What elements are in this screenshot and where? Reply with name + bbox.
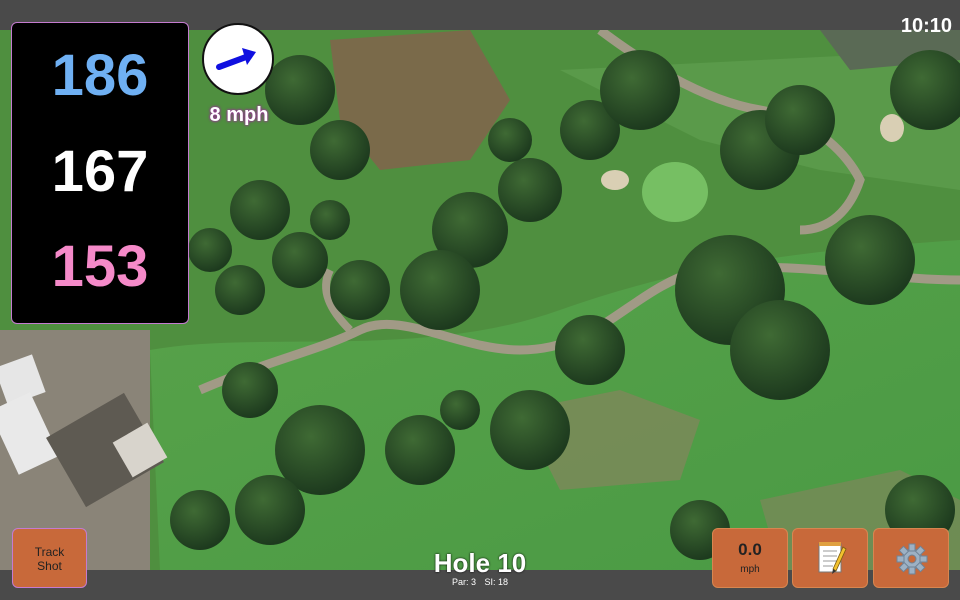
hole-title: Hole 10 xyxy=(433,548,527,578)
back-distance: 186 xyxy=(51,43,149,108)
speed-button[interactable]: 0.0 mph xyxy=(712,528,788,588)
wind-indicator xyxy=(202,23,274,95)
settings-button[interactable] xyxy=(873,528,949,588)
golf-gps-app: 10:10 186 167 153 8 mph Track Shot Hole … xyxy=(0,0,960,600)
hole-meta: Par: 3 SI: 18 xyxy=(380,577,580,587)
wind-speed-label: 8 mph xyxy=(209,104,269,126)
speed-value: 0.0 xyxy=(738,540,762,559)
front-distance: 153 xyxy=(51,234,149,299)
hole-par: Par: 3 xyxy=(451,577,476,587)
track-shot-label: Track Shot xyxy=(34,545,65,573)
speed-unit: mph xyxy=(740,564,760,575)
notepad-icon xyxy=(818,542,847,574)
distance-panel: 186 167 153 xyxy=(11,22,189,324)
status-time: 10:10 xyxy=(900,15,952,37)
hole-stroke-index: SI: 18 xyxy=(484,577,509,587)
middle-distance: 167 xyxy=(51,139,149,204)
arrow-icon xyxy=(216,48,256,70)
gear-icon xyxy=(896,543,928,575)
track-shot-button[interactable]: Track Shot xyxy=(12,528,87,588)
notes-button[interactable] xyxy=(792,528,868,588)
